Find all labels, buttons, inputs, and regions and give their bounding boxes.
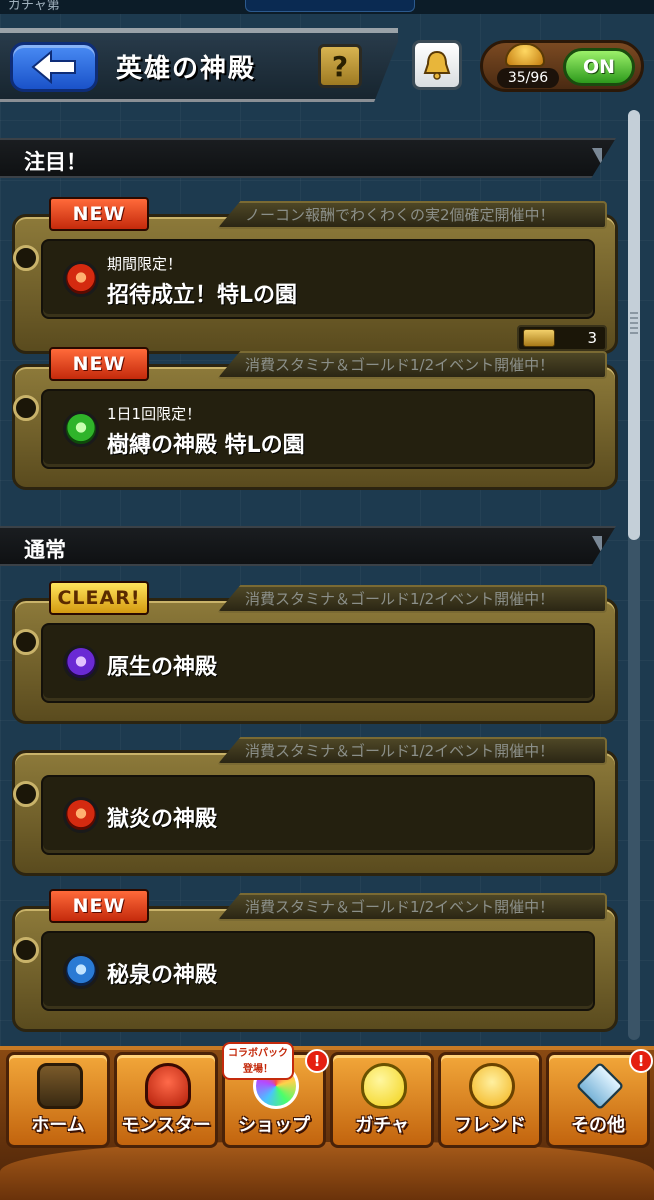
section-header-normal: 通常 — [0, 526, 616, 566]
fire-orb-icon — [63, 797, 99, 833]
event-banner: 消費スタミナ＆ゴールド1/2イベント開催中！ — [217, 893, 607, 921]
section-header-featured: 注目！ — [0, 138, 616, 178]
status-center-pill — [245, 0, 415, 12]
clear-badge: CLEAR! — [49, 581, 149, 615]
quest-plate: 期間限定！ 招待成立！特Lの園 — [41, 239, 595, 319]
notification-button[interactable] — [412, 40, 462, 90]
event-banner: 消費スタミナ＆ゴールド1/2イベント開催中！ — [217, 351, 607, 379]
quest-subtitle: 1日1回限定！ — [107, 405, 202, 423]
nav-label: ガチャ — [355, 1115, 409, 1136]
page-title: 英雄の神殿 — [116, 54, 257, 84]
ticket-counter: 3 — [517, 325, 607, 351]
nav-label: ショップ — [238, 1115, 310, 1136]
other-alert-icon: ! — [629, 1049, 653, 1073]
back-arrow-icon — [31, 50, 76, 84]
card-pin-icon — [13, 937, 39, 963]
event-banner: 消費スタミナ＆ゴールド1/2イベント開催中！ — [217, 737, 607, 765]
new-badge: NEW — [49, 347, 149, 381]
event-banner: 消費スタミナ＆ゴールド1/2イベント開催中！ — [217, 585, 607, 613]
water-orb-icon — [63, 953, 99, 989]
friend-group-icon — [469, 1063, 515, 1109]
nav-label: モンスター — [121, 1115, 211, 1136]
section-label: 注目！ — [24, 150, 87, 174]
quest-subtitle: 期間限定！ — [107, 255, 183, 273]
stamina-helmet-icon — [505, 43, 545, 67]
quest-name: 招待成立！特Lの園 — [107, 283, 298, 308]
nav-label: その他 — [571, 1115, 625, 1136]
new-badge: NEW — [49, 197, 149, 231]
status-strip: ガチャ第 — [0, 0, 654, 14]
quest-plate: 1日1回限定！ 樹縛の神殿 特Lの園 — [41, 389, 595, 469]
home-gate-icon — [37, 1063, 83, 1109]
gacha-egg-icon — [361, 1063, 407, 1109]
nav-gacha[interactable]: ガチャ — [330, 1052, 434, 1148]
quest-plate: 秘泉の神殿 — [41, 931, 595, 1011]
nav-home[interactable]: ホーム — [6, 1052, 110, 1148]
monster-dragon-icon — [145, 1063, 191, 1109]
nav-friend[interactable]: フレンド — [438, 1052, 542, 1148]
bell-icon — [423, 50, 451, 80]
ticket-count: 3 — [587, 329, 597, 347]
card-pin-icon — [13, 245, 39, 271]
quest-name: 秘泉の神殿 — [107, 963, 218, 988]
quest-name: 樹縛の神殿 特Lの園 — [107, 433, 305, 458]
quest-name: 原生の神殿 — [107, 655, 218, 680]
quest-card[interactable]: ノーコン報酬でわくわくの実2個確定開催中！ NEW 期間限定！ 招待成立！特Lの… — [12, 197, 618, 354]
other-diamond-icon — [575, 1061, 625, 1111]
card-pin-icon — [13, 629, 39, 655]
nav-monster[interactable]: モンスター — [114, 1052, 218, 1148]
quest-card[interactable]: 消費スタミナ＆ゴールド1/2イベント開催中！ NEW 秘泉の神殿 — [12, 889, 618, 1032]
quest-card[interactable]: 消費スタミナ＆ゴールド1/2イベント開催中！ 獄炎の神殿 — [12, 737, 618, 876]
quest-card[interactable]: 消費スタミナ＆ゴールド1/2イベント開催中！ NEW 1日1回限定！ 樹縛の神殿… — [12, 347, 618, 490]
quest-plate: 獄炎の神殿 — [41, 775, 595, 855]
scrollbar-grip-icon — [630, 312, 638, 336]
shop-alert-icon: ! — [305, 1049, 329, 1073]
fire-orb-icon — [63, 261, 99, 297]
quest-card[interactable]: 消費スタミナ＆ゴールド1/2イベント開催中！ CLEAR! 原生の神殿 — [12, 581, 618, 724]
dark-orb-icon — [63, 645, 99, 681]
quest-name: 獄炎の神殿 — [107, 807, 218, 832]
stamina-toggle[interactable]: ON — [563, 48, 635, 86]
nav-label: ホーム — [31, 1115, 85, 1136]
nav-other[interactable]: その他 ! — [546, 1049, 653, 1148]
back-button[interactable] — [10, 42, 98, 92]
section-label: 通常 — [24, 538, 66, 562]
status-left-text: ガチャ第 — [8, 0, 60, 13]
ticket-icon — [523, 329, 555, 347]
card-pin-icon — [13, 395, 39, 421]
event-banner: ノーコン報酬でわくわくの実2個確定開催中！ — [217, 201, 607, 229]
collab-pack-badge: コラボパック登場！ — [222, 1042, 294, 1080]
nav-label: フレンド — [454, 1115, 526, 1136]
stamina-widget[interactable]: 35/96 ON — [480, 40, 644, 92]
new-badge: NEW — [49, 889, 149, 923]
quest-plate: 原生の神殿 — [41, 623, 595, 703]
help-button[interactable]: ? — [318, 44, 362, 88]
wood-orb-icon — [63, 411, 99, 447]
card-pin-icon — [13, 781, 39, 807]
stamina-count: 35/96 — [497, 68, 559, 88]
